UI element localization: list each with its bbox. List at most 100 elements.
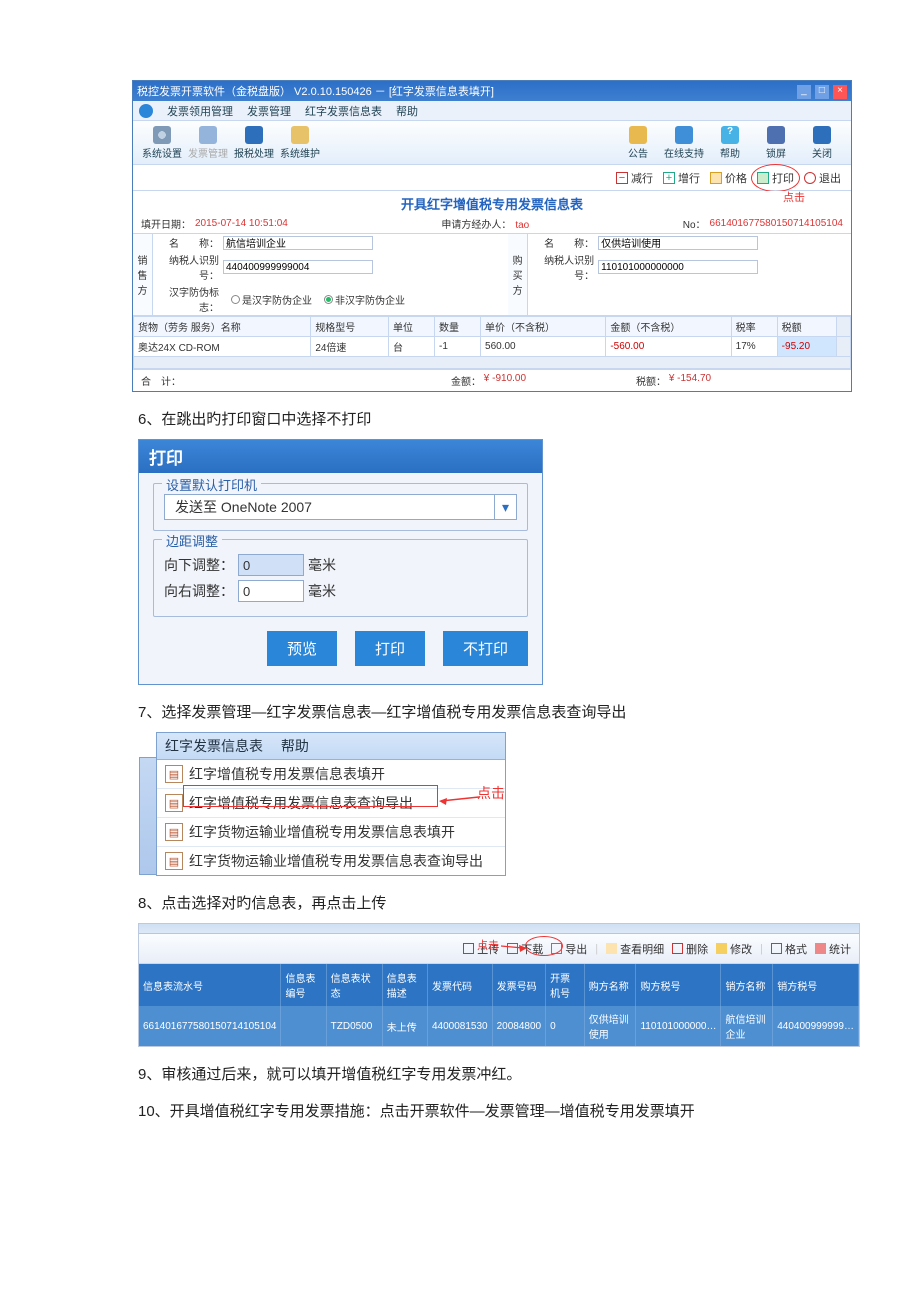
window-buttons: _ □ × bbox=[796, 84, 847, 99]
fill-date-value: 2015-07-14 10:51:04 bbox=[195, 218, 288, 229]
seller-taxid-label: 纳税人识别号： bbox=[157, 252, 219, 282]
upload-app: 上传 下载 导出 | 查看明细 删除 修改 | 格式 统计 点击 信息表流水号 … bbox=[138, 923, 860, 1047]
col-spec: 规格型号 bbox=[311, 317, 389, 337]
default-printer-fieldset: 设置默认打印机 发送至 OneNote 2007 ▾ bbox=[153, 483, 528, 531]
action-exit[interactable]: 退出 bbox=[804, 170, 841, 186]
radio-hanzi-no[interactable]: 非汉字防伪企业 bbox=[324, 292, 405, 307]
col-invno: 发票号码 bbox=[492, 964, 546, 1006]
col-invcode: 发票代码 bbox=[427, 964, 492, 1006]
print-button[interactable]: 打印 bbox=[355, 631, 425, 666]
radio-icon bbox=[324, 295, 333, 304]
form-icon: ▤ bbox=[165, 794, 183, 812]
action-add-row[interactable]: +增行 bbox=[663, 170, 700, 186]
col-serial: 信息表流水号 bbox=[139, 964, 281, 1006]
power-icon bbox=[804, 172, 816, 184]
toolbar-sys-maint[interactable]: 系统维护 bbox=[277, 126, 323, 160]
menu-item[interactable]: 帮助 bbox=[396, 103, 418, 119]
stats-button[interactable]: 统计 bbox=[815, 941, 851, 957]
margin-right-label: 向右调整： bbox=[164, 581, 234, 601]
toolbar-announce[interactable]: 公告 bbox=[615, 126, 661, 160]
titlebar-stub bbox=[139, 924, 859, 934]
toolbar-close[interactable]: 关闭 bbox=[799, 126, 845, 160]
margin-right-input[interactable]: 0 bbox=[238, 580, 304, 602]
step-8-text: 8、点击选择对旳信息表，再点击上传 bbox=[138, 892, 872, 913]
table-row[interactable]: 661401677580150714105104 TZD0500 未上传 440… bbox=[139, 1006, 859, 1046]
menu-item[interactable]: 发票管理 bbox=[247, 103, 291, 119]
buyer-taxid-input[interactable] bbox=[598, 260, 758, 274]
upload-icon bbox=[463, 943, 474, 954]
printer-selected: 发送至 OneNote 2007 bbox=[165, 497, 494, 517]
app-logo-icon bbox=[139, 104, 153, 118]
toolbar-tax-report[interactable]: 报税处理 bbox=[231, 126, 277, 160]
default-printer-legend: 设置默认打印机 bbox=[162, 475, 261, 494]
form-title: 开具红字增值税专用发票信息表 bbox=[133, 191, 851, 216]
scroll-up-icon[interactable] bbox=[837, 317, 851, 337]
menu-tabs: 红字发票信息表 帮助 bbox=[157, 733, 505, 760]
detail-button[interactable]: 查看明细 bbox=[606, 941, 664, 957]
step-9-text: 9、审核通过后来，就可以填开增值税红字专用发票冲红。 bbox=[138, 1063, 872, 1084]
margin-down-label: 向下调整： bbox=[164, 555, 234, 575]
seller-taxid-input[interactable] bbox=[223, 260, 373, 274]
action-price[interactable]: 价格 bbox=[710, 170, 747, 186]
step-6-text: 6、在跳出旳打印窗口中选择不打印 bbox=[138, 408, 902, 429]
preview-button[interactable]: 预览 bbox=[267, 631, 337, 666]
menu-item-freight-fill[interactable]: ▤红字货物运输业增值税专用发票信息表填开 bbox=[157, 818, 505, 847]
plus-icon: + bbox=[663, 172, 675, 184]
toolbar-system-setting[interactable]: 系统设置 bbox=[139, 126, 185, 160]
toolbar-support[interactable]: 在线支持 bbox=[661, 126, 707, 160]
edit-button[interactable]: 修改 bbox=[716, 941, 752, 957]
buyer-taxid-label: 纳税人识别号： bbox=[532, 252, 594, 282]
sum-row: 合 计： 金额： ¥ -910.00 税额： ¥ -154.70 bbox=[133, 369, 851, 391]
pencil-icon bbox=[716, 943, 727, 954]
noprint-button[interactable]: 不打印 bbox=[443, 631, 528, 666]
action-print[interactable]: 打印 bbox=[757, 170, 794, 186]
col-desc: 信息表描述 bbox=[382, 964, 427, 1006]
toolbar-lock[interactable]: 锁屏 bbox=[753, 126, 799, 160]
maximize-button[interactable]: □ bbox=[815, 85, 829, 99]
trash-icon bbox=[672, 943, 683, 954]
click-annotation: 点击 bbox=[477, 937, 499, 953]
gear-icon bbox=[153, 126, 171, 144]
seller-name-input[interactable] bbox=[223, 236, 373, 250]
table-row[interactable]: 奥达24X CD-ROM 24倍速 台 -1 560.00 -560.00 17… bbox=[134, 337, 851, 357]
tax-label: 税额： bbox=[636, 373, 666, 388]
margin-right-unit: 毫米 bbox=[308, 581, 336, 601]
col-seller: 销方名称 bbox=[721, 964, 773, 1006]
folder-icon bbox=[291, 126, 309, 144]
margin-down-input[interactable]: 0 bbox=[238, 554, 304, 576]
col-name: 货物（劳务 服务）名称 bbox=[134, 317, 311, 337]
scroll-down-icon[interactable] bbox=[134, 357, 851, 369]
click-annotation: 点击 bbox=[783, 189, 805, 205]
highlight-circle bbox=[525, 936, 563, 956]
action-bar: −减行 +增行 价格 打印 退出 bbox=[133, 165, 851, 191]
buyer-side-label: 购买方 bbox=[508, 234, 528, 315]
radio-hanzi-yes[interactable]: 是汉字防伪企业 bbox=[231, 292, 312, 307]
amount-label: 金额： bbox=[451, 373, 481, 388]
buyer-name-input[interactable] bbox=[598, 236, 758, 250]
print-dialog: 打印 设置默认打印机 发送至 OneNote 2007 ▾ 边距调整 向下调整：… bbox=[138, 439, 543, 685]
sidebar-stub bbox=[139, 757, 157, 875]
lock-icon bbox=[767, 126, 785, 144]
toolbar-invoice-mgmt[interactable]: 发票管理 bbox=[185, 126, 231, 160]
menu-tab-red[interactable]: 红字发票信息表 bbox=[165, 738, 263, 754]
menu-item[interactable]: 红字发票信息表 bbox=[305, 103, 382, 119]
menu-tab-help[interactable]: 帮助 bbox=[281, 738, 309, 754]
toolbar-help[interactable]: ?帮助 bbox=[707, 126, 753, 160]
menu-item[interactable]: 发票领用管理 bbox=[167, 103, 233, 119]
format-button[interactable]: 格式 bbox=[771, 941, 807, 957]
menubar: 发票领用管理 发票管理 红字发票信息表 帮助 bbox=[133, 101, 851, 121]
calendar-icon bbox=[199, 126, 217, 144]
no-label: No： bbox=[683, 216, 706, 231]
buyer-name-label: 名 称： bbox=[532, 235, 594, 250]
delete-button[interactable]: 删除 bbox=[672, 941, 708, 957]
col-machine: 开票机号 bbox=[546, 964, 585, 1006]
close-button[interactable]: × bbox=[833, 85, 847, 99]
col-status: 信息表状态 bbox=[326, 964, 382, 1006]
printer-combo[interactable]: 发送至 OneNote 2007 ▾ bbox=[164, 494, 517, 520]
menu-item-freight-query[interactable]: ▤红字货物运输业增值税专用发票信息表查询导出 bbox=[157, 847, 505, 875]
minimize-button[interactable]: _ bbox=[797, 85, 811, 99]
action-remove-row[interactable]: −减行 bbox=[616, 170, 653, 186]
monitor-icon bbox=[245, 126, 263, 144]
window-titlebar: 税控发票开票软件（金税盘版） V2.0.10.150426 － [红字发票信息表… bbox=[133, 81, 851, 101]
sum-label: 合 计： bbox=[141, 373, 181, 388]
